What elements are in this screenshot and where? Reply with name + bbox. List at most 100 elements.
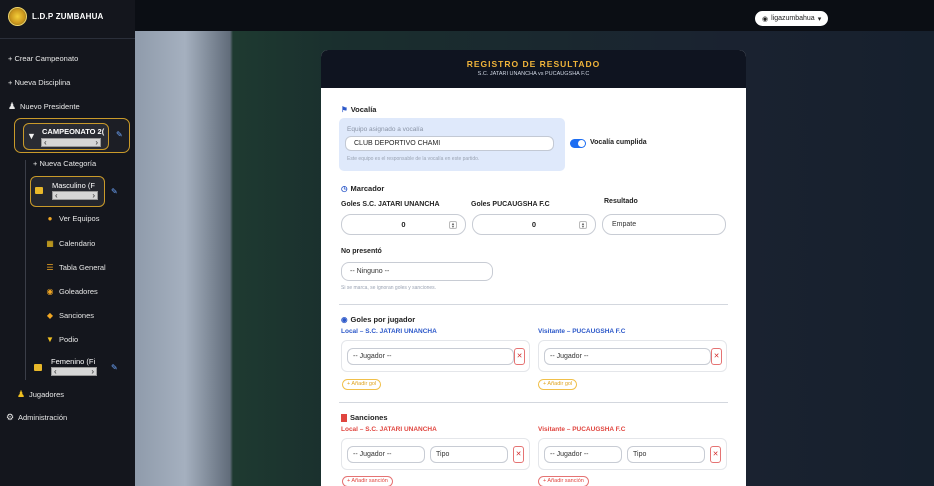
sidebar-item-label: Tabla General: [59, 263, 106, 272]
megaphone-icon: ⚑: [341, 105, 348, 114]
scroll-right-icon[interactable]: ›: [92, 191, 95, 200]
user-circle-icon: ◉: [762, 15, 769, 23]
section-divider: [339, 304, 728, 305]
championship-group: ▼ CAMPEONATO 2( ‹ › ✎: [14, 118, 130, 153]
sidebar-item-label: Calendario: [59, 239, 96, 248]
sanctions-title-text: Sanciones: [350, 413, 388, 422]
folder-icon: [35, 187, 43, 194]
chevron-down-icon: ▾: [817, 15, 822, 23]
sidebar-item-calendar[interactable]: ▦ Calendario: [46, 239, 95, 248]
sidebar-item-table[interactable]: ☰ Tabla General: [46, 263, 106, 272]
sidebar-item-label: Ver Equipos: [59, 214, 100, 223]
add-sanction-home-button[interactable]: + Añadir sanción: [342, 476, 393, 486]
remove-sanction-button[interactable]: ✕: [710, 446, 721, 463]
scroll-right-icon[interactable]: ›: [95, 138, 98, 147]
sanction-player-select[interactable]: -- Jugador --: [347, 446, 425, 463]
edit-category-icon[interactable]: ✎: [111, 363, 118, 372]
sanction-type-select[interactable]: Tipo: [430, 446, 508, 463]
sidebar-divider: [0, 38, 135, 39]
vocalia-toggle[interactable]: [570, 139, 586, 148]
away-goals-value: 0: [531, 220, 537, 229]
vocalia-title-text: Vocalía: [350, 105, 377, 114]
new-president-link[interactable]: ♟ Nuevo Presidente: [8, 101, 80, 112]
section-divider: [339, 402, 728, 403]
brand-name: L.D.P ZUMBAHUA: [32, 11, 104, 21]
sidebar-item-podium[interactable]: ▼ Podio: [46, 335, 78, 344]
new-category-link[interactable]: + Nueva Categoría: [33, 159, 96, 168]
scroll-left-icon[interactable]: ‹: [55, 191, 58, 200]
goal-player-select[interactable]: -- Jugador --: [544, 348, 711, 365]
add-goal-home-button[interactable]: + Añadir gol: [342, 379, 382, 390]
scroll-right-icon[interactable]: ›: [91, 367, 94, 376]
red-card-icon: [341, 413, 347, 422]
sidebar-item-label: Goleadores: [59, 287, 98, 296]
create-championship-label: + Crear Campeonato: [8, 54, 79, 63]
championship-selector[interactable]: ▼ CAMPEONATO 2( ‹ ›: [23, 123, 109, 150]
stepper-icon[interactable]: ▲ ▼: [579, 221, 587, 229]
goal-row-home: -- Jugador -- ✕: [341, 340, 530, 372]
edit-category-icon[interactable]: ✎: [111, 187, 118, 196]
away-goals-input[interactable]: 0 ▲ ▼: [472, 214, 596, 235]
remove-sanction-button[interactable]: ✕: [513, 446, 524, 463]
home-goals-value: 0: [401, 220, 406, 229]
league-logo: [8, 6, 27, 26]
sanctions-home-team: Local – S.C. JATARI UNANCHA: [341, 426, 437, 433]
category-male-label: Masculino (F: [52, 181, 98, 190]
category-female-label: Femenino (Fi: [51, 357, 96, 366]
tree-line: [25, 160, 26, 380]
folder-icon: [34, 364, 42, 371]
sidebar-item-teams[interactable]: ● Ver Equipos: [46, 214, 100, 223]
stepper-icon[interactable]: ▲ ▼: [449, 221, 457, 229]
add-goal-away-button[interactable]: + Añadir gol: [538, 379, 578, 390]
scroll-left-icon[interactable]: ‹: [44, 138, 47, 147]
sidebar-item-scorers[interactable]: ◉ Goleadores: [46, 287, 98, 296]
user-menu[interactable]: ◉ ligazumbahua ▾: [755, 11, 829, 26]
add-sanction-away-button[interactable]: + Añadir sanción: [538, 476, 589, 486]
no-show-label: No presentó: [341, 248, 382, 255]
sanctions-away-team: Visitante – PUCAUGSHA F.C: [538, 426, 626, 433]
vocalia-team-field[interactable]: CLUB DEPORTIVO CHAMI: [345, 136, 554, 151]
players-link[interactable]: ♟ Jugadores: [17, 389, 64, 400]
scroll-left-icon[interactable]: ‹: [54, 367, 57, 376]
card-icon: ◆: [46, 311, 54, 320]
edit-championship-icon[interactable]: ✎: [116, 130, 123, 139]
clock-icon: ◷: [341, 184, 348, 193]
sanction-player-select[interactable]: -- Jugador --: [544, 446, 622, 463]
sidebar-item-sanctions[interactable]: ◆ Sanciones: [46, 311, 94, 320]
result-field[interactable]: Empate: [602, 214, 726, 235]
table-icon: ☰: [46, 263, 54, 272]
new-president-label: Nuevo Presidente: [20, 102, 80, 111]
vocalia-panel: Equipo asignado a vocalía CLUB DEPORTIVO…: [339, 118, 565, 171]
vocalia-title: ⚑ Vocalía: [341, 105, 376, 114]
players-label: Jugadores: [29, 390, 65, 399]
user-icon: ♟: [8, 101, 17, 111]
brand[interactable]: L.D.P ZUMBAHUA: [8, 6, 104, 26]
user-name: ligazumbahua: [771, 15, 815, 22]
goals-home-team: Local – S.C. JATARI UNANCHA: [341, 328, 437, 335]
category-female-scroll[interactable]: ‹ ›: [51, 367, 97, 376]
goal-player-select[interactable]: -- Jugador --: [347, 348, 514, 365]
create-championship-link[interactable]: + Crear Campeonato: [8, 54, 78, 63]
remove-goal-button[interactable]: ✕: [711, 348, 722, 365]
category-female-selector[interactable]: Femenino (Fi ‹ ›: [30, 355, 105, 381]
admin-label: Administración: [18, 413, 68, 422]
goal-row-away: -- Jugador -- ✕: [538, 340, 727, 372]
sidebar: L.D.P ZUMBAHUA + Crear Campeonato + Nuev…: [0, 0, 135, 486]
category-male-selector[interactable]: Masculino (F ‹ ›: [30, 176, 105, 207]
category-male-scroll[interactable]: ‹ ›: [52, 191, 98, 200]
championship-scroll[interactable]: ‹ ›: [41, 138, 101, 147]
new-discipline-label: + Nueva Disciplina: [8, 78, 71, 87]
ball-icon: ◉: [341, 315, 348, 324]
card-header: REGISTRO DE RESULTADO S.C. JATARI UNANCH…: [321, 50, 746, 88]
sidebar-item-label: Podio: [59, 335, 79, 344]
home-goals-input[interactable]: 0 ▲ ▼: [341, 214, 466, 235]
sanction-type-select[interactable]: Tipo: [627, 446, 705, 463]
goals-title-text: Goles por jugador: [350, 315, 416, 324]
new-discipline-link[interactable]: + Nueva Disciplina: [8, 78, 70, 87]
no-show-select[interactable]: -- Ninguno --: [341, 262, 493, 281]
championship-label: CAMPEONATO 2(: [42, 127, 105, 136]
away-goals-label: Goles PUCAUGSHA F.C: [471, 201, 550, 208]
remove-goal-button[interactable]: ✕: [514, 348, 525, 365]
admin-link[interactable]: ⚙ Administración: [6, 412, 67, 423]
card-title: REGISTRO DE RESULTADO: [466, 59, 601, 69]
